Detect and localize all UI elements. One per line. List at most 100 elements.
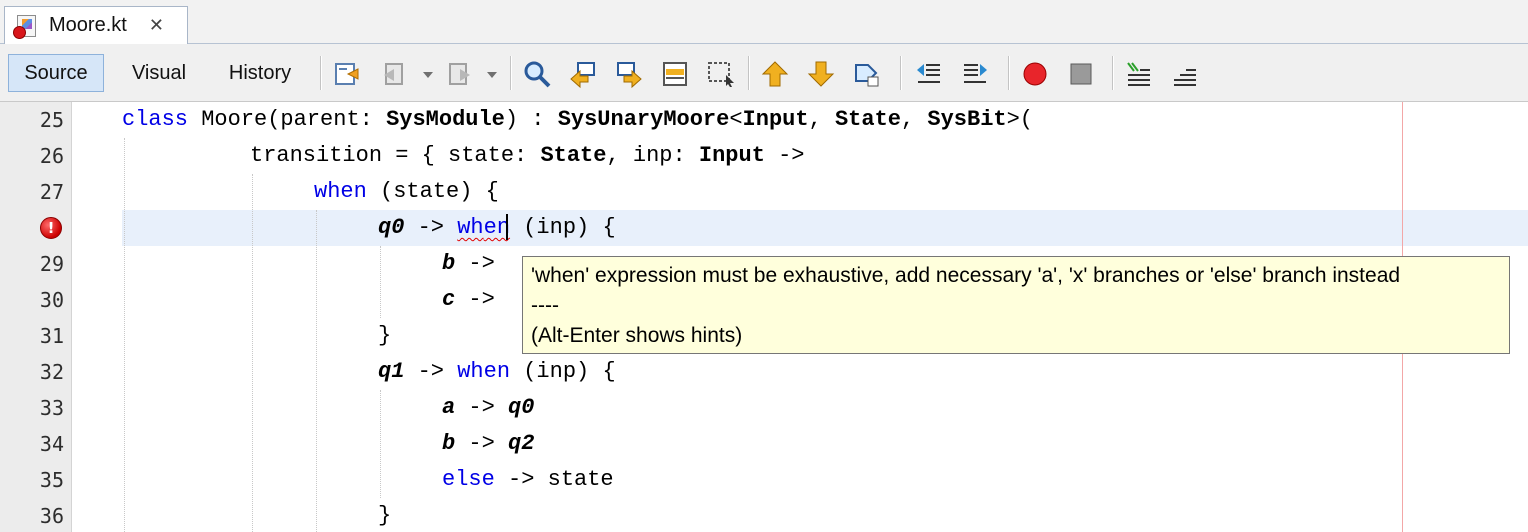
shift-right-icon[interactable] <box>960 59 990 89</box>
line-number: 29 <box>39 252 64 276</box>
line-number: 26 <box>39 144 64 168</box>
indent-guide <box>124 138 125 532</box>
indent-guide <box>380 246 381 318</box>
type-name: State <box>540 143 607 168</box>
error-marker-icon[interactable]: ! <box>40 217 62 239</box>
uncomment-icon[interactable] <box>1170 59 1200 89</box>
code-text: -> <box>455 251 495 276</box>
code-text: -> state <box>494 467 614 492</box>
line-number: 35 <box>39 468 64 492</box>
toolbar-separator <box>510 56 512 90</box>
toggle-highlight-icon[interactable] <box>660 59 690 89</box>
line-number: 36 <box>39 504 64 528</box>
code-text: } <box>378 503 392 528</box>
toolbar-separator <box>748 56 750 90</box>
back-dropdown-icon[interactable] <box>422 70 434 80</box>
error-keyword[interactable]: wh <box>457 215 483 240</box>
code-text: } <box>378 323 392 348</box>
line-number: 25 <box>39 108 64 132</box>
toggle-bookmark-icon[interactable] <box>852 59 882 89</box>
code-text: (inp) { <box>510 215 616 240</box>
line-number: 27 <box>39 180 64 204</box>
code-line-36: } <box>378 498 391 532</box>
toolbar-separator <box>320 56 322 90</box>
error-tooltip: 'when' expression must be exhaustive, ad… <box>522 256 1510 354</box>
enum-constant: c <box>442 287 456 312</box>
code-text: -> <box>455 395 509 420</box>
enum-constant: a <box>442 395 456 420</box>
find-selection-icon[interactable] <box>706 59 736 89</box>
enum-constant: q2 <box>508 431 535 456</box>
keyword: when <box>314 179 367 204</box>
type-name: SysBit <box>927 107 1007 132</box>
code-text: ) : <box>504 107 558 132</box>
toolbar-separator <box>900 56 902 90</box>
code-text: -> <box>764 143 805 168</box>
indent-guide <box>252 174 253 532</box>
enum-constant: b <box>442 251 456 276</box>
editor-tab-moore-kt[interactable]: Moore.kt ✕ <box>4 6 188 44</box>
line-number-gutter: 25 26 27 ! 29 30 31 32 33 34 35 36 <box>0 102 72 532</box>
source-view-button[interactable]: Source <box>8 54 104 92</box>
code-text: transition = { state: <box>250 143 541 168</box>
indent-guide <box>380 390 381 498</box>
back-icon[interactable] <box>380 59 410 89</box>
enum-constant: q1 <box>378 359 405 384</box>
code-text: (state) { <box>366 179 499 204</box>
start-macro-icon[interactable] <box>1020 59 1050 89</box>
editor-toolbar: Source Visual History <box>0 44 1528 102</box>
enum-constant: q0 <box>508 395 535 420</box>
type-name: SysModule <box>386 107 505 132</box>
code-line-25: class Moore(parent: SysModule) : SysUnar… <box>122 102 1033 138</box>
code-text: , <box>900 107 928 132</box>
forward-dropdown-icon[interactable] <box>486 70 498 80</box>
indent-guide <box>316 210 317 532</box>
keyword: when <box>457 359 511 384</box>
line-number: 34 <box>39 432 64 456</box>
line-number: 32 <box>39 360 64 384</box>
code-text: -> <box>455 431 509 456</box>
type-name: State <box>834 107 901 132</box>
find-previous-icon[interactable] <box>568 59 598 89</box>
code-text: (inp) { <box>510 359 616 384</box>
code-text: -> <box>455 287 495 312</box>
comment-icon[interactable] <box>1124 59 1154 89</box>
last-edit-icon[interactable] <box>332 59 362 89</box>
shift-left-icon[interactable] <box>914 59 944 89</box>
type-name: SysUnaryMoore <box>557 107 730 132</box>
forward-icon[interactable] <box>444 59 474 89</box>
code-text: -> <box>404 359 458 384</box>
code-line-31: } <box>378 318 391 354</box>
code-text: -> <box>404 215 458 240</box>
code-text: , <box>808 107 835 132</box>
history-view-button[interactable]: History <box>212 54 308 92</box>
code-line-33: a -> q0 <box>442 390 534 426</box>
toolbar-separator <box>1008 56 1010 90</box>
code-line-35: else -> state <box>442 462 614 498</box>
code-line-29: b -> <box>442 246 495 282</box>
line-number: 31 <box>39 324 64 348</box>
enum-constant: b <box>442 431 456 456</box>
toolbar-separator <box>1112 56 1114 90</box>
find-next-icon[interactable] <box>614 59 644 89</box>
previous-bookmark-icon[interactable] <box>760 59 790 89</box>
visual-view-button[interactable]: Visual <box>118 54 200 92</box>
next-bookmark-icon[interactable] <box>806 59 836 89</box>
tooltip-separator: ---- <box>531 294 559 317</box>
tab-title: Moore.kt <box>49 14 127 36</box>
code-line-30: c -> <box>442 282 495 318</box>
tooltip-hint: (Alt-Enter shows hints) <box>531 324 743 347</box>
code-text: < <box>729 107 743 132</box>
code-line-27: when (state) { <box>314 174 499 210</box>
code-line-32: q1 -> when (inp) { <box>378 354 616 390</box>
type-name: Input <box>742 107 809 132</box>
find-icon[interactable] <box>522 59 552 89</box>
keyword: else <box>442 467 495 492</box>
keyword: class <box>122 107 189 132</box>
enum-constant: q0 <box>378 215 405 240</box>
current-line-highlight <box>122 210 1528 246</box>
close-icon[interactable]: ✕ <box>149 15 164 36</box>
stop-macro-icon[interactable] <box>1066 59 1096 89</box>
editor-tab-strip: Moore.kt ✕ <box>0 0 1528 44</box>
code-line-28: q0 -> when (inp) { <box>378 210 616 246</box>
